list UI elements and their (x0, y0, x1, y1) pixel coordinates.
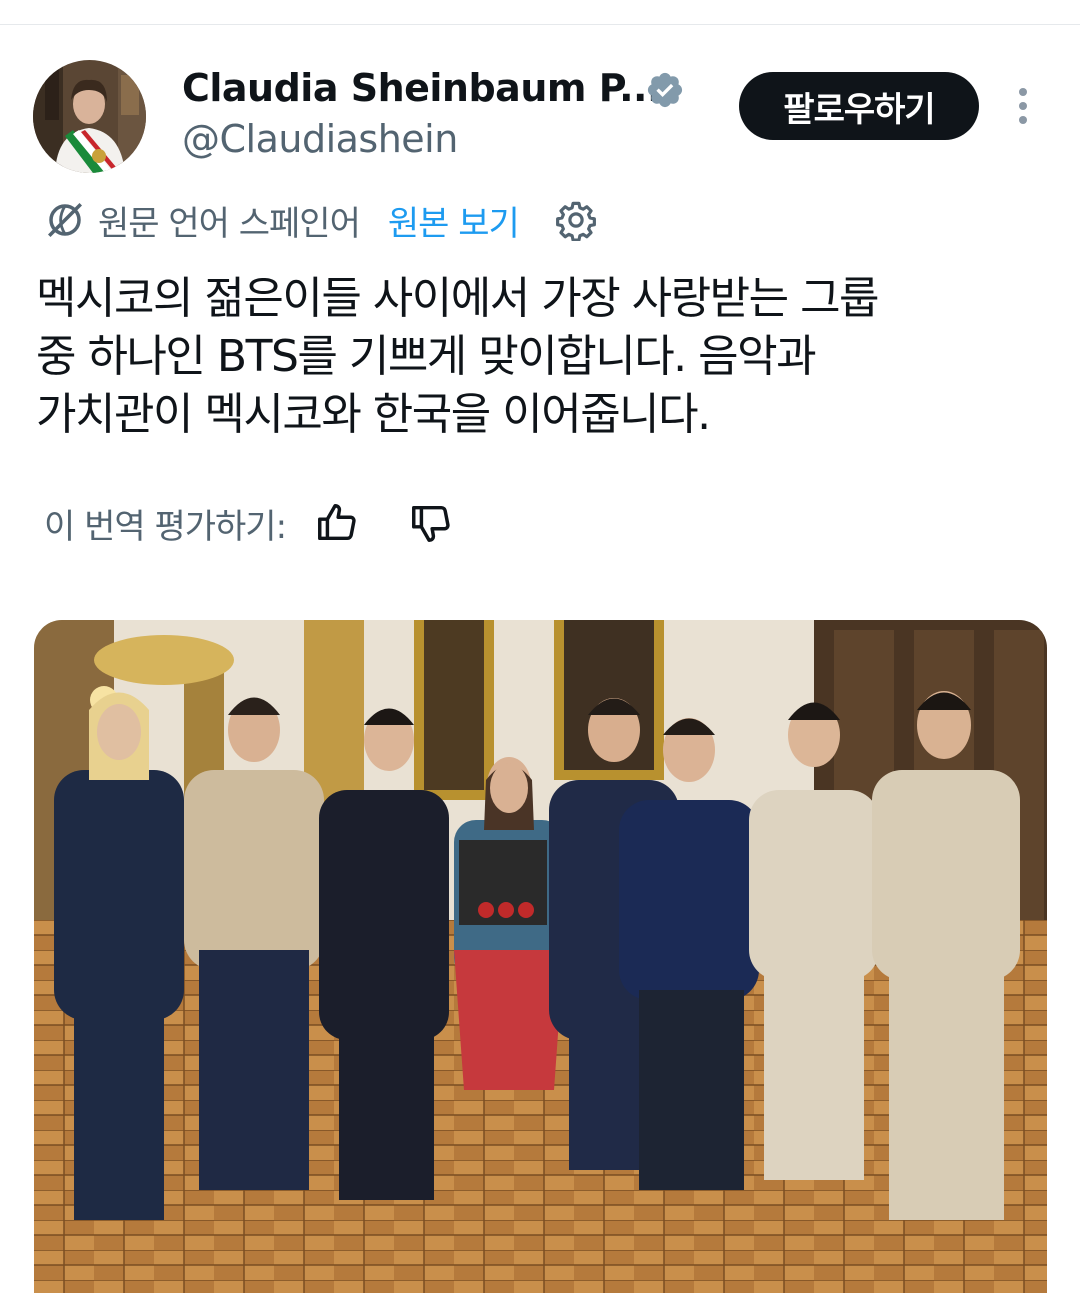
group-photo-image (34, 620, 1047, 1293)
verified-badge-icon (647, 72, 683, 108)
tweet-text-line: 가치관이 멕시코와 한국을 이어줍니다. (36, 389, 711, 440)
thumbs-up-icon[interactable] (314, 500, 360, 546)
author-handle[interactable]: @Claudiashein (182, 117, 458, 161)
avatar-image (33, 60, 146, 173)
top-divider (0, 24, 1080, 25)
more-icon[interactable] (1010, 86, 1036, 126)
tweet-photo[interactable] (34, 620, 1047, 1293)
translation-bar: 원문 언어 스페인어 원본 보기 (44, 196, 597, 244)
tweet-text-line: 멕시코의 젊은이들 사이에서 가장 사랑받는 그룹 (36, 273, 880, 324)
tweet-text-line: 중 하나인 BTS를 기쁘게 맞이합니다. 음악과 (36, 331, 817, 382)
rate-translation-bar: 이 번역 평가하기: (44, 498, 454, 548)
thumbs-down-icon[interactable] (408, 500, 454, 546)
follow-button[interactable]: 팔로우하기 (739, 72, 979, 140)
gear-icon[interactable] (555, 199, 597, 241)
tweet-text: 멕시코의 젊은이들 사이에서 가장 사랑받는 그룹 중 하나인 BTS를 기쁘게… (36, 270, 1046, 444)
show-original-link[interactable]: 원본 보기 (388, 196, 520, 245)
translation-note: 원문 언어 스페인어 (98, 203, 361, 244)
globe-icon (48, 203, 82, 237)
avatar[interactable] (33, 60, 146, 173)
author-name[interactable]: Claudia Sheinbaum P... (182, 66, 661, 110)
rate-translation-label: 이 번역 평가하기: (44, 506, 287, 547)
